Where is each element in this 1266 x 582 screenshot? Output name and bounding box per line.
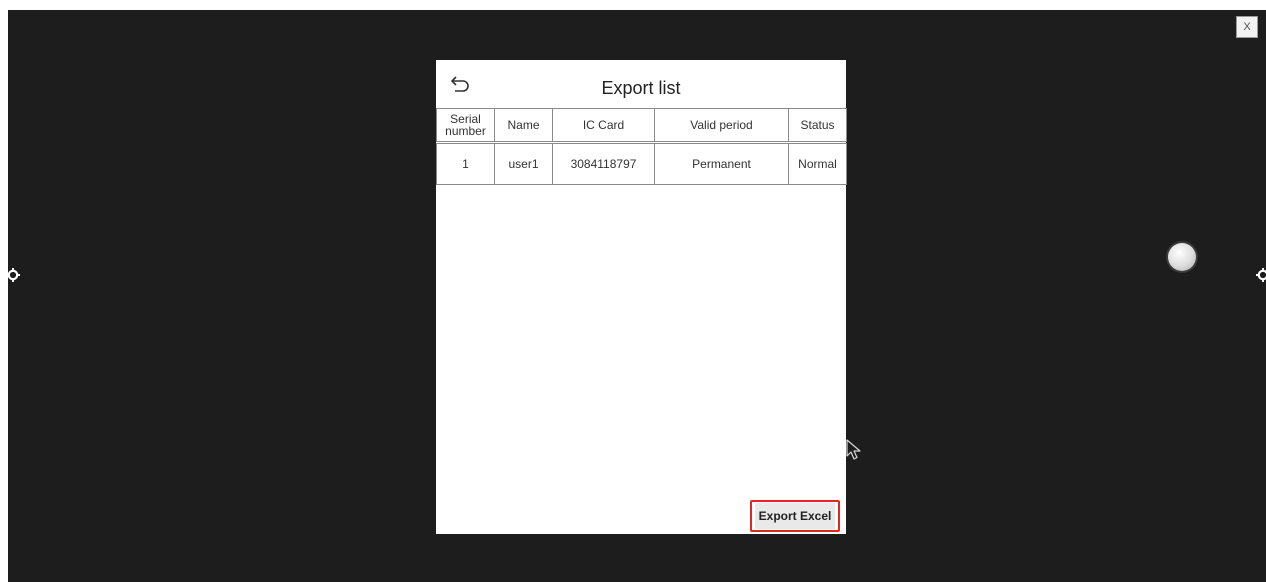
floating-ball-icon[interactable] [1168,243,1196,271]
dialog-title: Export list [601,78,681,98]
column-header-name: Name [494,108,553,144]
dialog-header: Export list [436,60,846,109]
export-table: Serial number Name IC Card Valid period … [436,108,847,185]
cell-status: Normal [788,142,847,185]
cell-ic-card: 3084118797 [552,142,655,185]
close-button[interactable]: X [1236,16,1258,38]
export-excel-label: Export Excel [754,503,836,529]
table-row[interactable]: 1 user1 3084118797 Permanent Normal [436,142,847,185]
column-header-valid-period: Valid period [654,108,789,144]
gear-icon[interactable] [4,266,22,284]
export-list-dialog: Export list Serial number Name IC Card V… [436,60,847,534]
column-header-serial-number: Serial number [436,108,495,144]
cell-valid-period: Permanent [654,142,789,185]
column-header-status: Status [788,108,847,144]
table-header-row: Serial number Name IC Card Valid period … [436,108,847,144]
cell-name: user1 [494,142,553,185]
column-header-ic-card: IC Card [552,108,655,144]
export-excel-button[interactable]: Export Excel [750,500,840,532]
back-arrow-icon[interactable] [450,74,472,94]
gear-icon[interactable] [1254,266,1266,284]
cell-serial-number: 1 [436,142,495,185]
mouse-cursor-icon [846,439,861,460]
